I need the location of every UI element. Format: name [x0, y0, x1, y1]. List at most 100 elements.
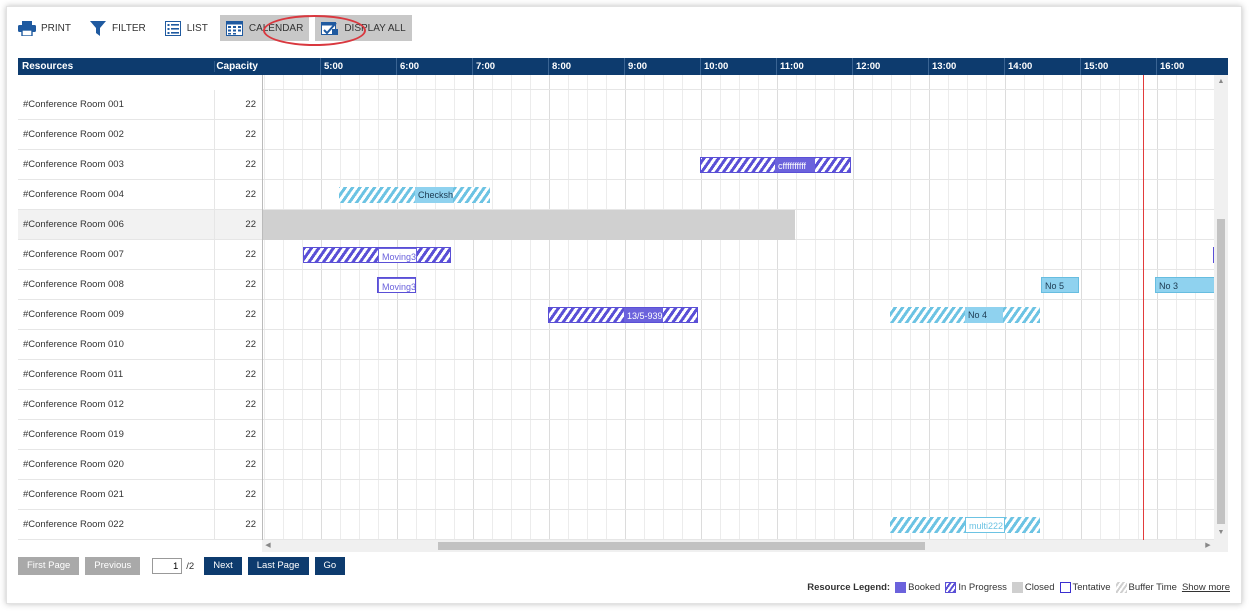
- grid-hline: [263, 389, 1214, 390]
- event-label: Checksh: [415, 187, 453, 203]
- grid-vline: [302, 75, 303, 540]
- resource-name: #Conference Room 012: [23, 399, 124, 410]
- grid-vline: [1043, 75, 1044, 540]
- legend-buffer-label: Buffer Time: [1128, 582, 1177, 593]
- resource-name: #Conference Room 004: [23, 189, 124, 200]
- page-number-input[interactable]: [152, 558, 183, 574]
- resource-row[interactable]: #Conference Room 003 22: [18, 150, 262, 180]
- legend-in-progress: In Progress: [945, 582, 1007, 593]
- page-total: /2: [186, 560, 195, 572]
- grid-vline: [264, 75, 265, 540]
- resource-name: #Conference Room 009: [23, 309, 124, 320]
- print-button[interactable]: PRINT: [12, 15, 77, 41]
- scroll-down-arrow-icon[interactable]: ▼: [1214, 526, 1228, 540]
- event-label: multi222: [965, 517, 1005, 533]
- resource-capacity: 22: [214, 360, 262, 389]
- resource-name: #Conference Room 006: [23, 219, 124, 230]
- grid-vline: [739, 75, 740, 540]
- event-room-008-no3[interactable]: No 3: [1155, 277, 1214, 293]
- grid-vline: [720, 75, 721, 540]
- resource-capacity: 22: [214, 510, 262, 539]
- scroll-left-arrow-icon[interactable]: ◀: [262, 540, 274, 552]
- tentative-swatch-icon: [1059, 582, 1071, 593]
- event-room-009-b[interactable]: No 4: [890, 307, 1040, 323]
- resource-row[interactable]: #Conference Room 002 22: [18, 120, 262, 150]
- resource-row[interactable]: #Conference Room 004 22: [18, 180, 262, 210]
- next-page-button[interactable]: Next: [204, 557, 242, 575]
- time-label: 11:00: [776, 58, 852, 75]
- vertical-scrollbar[interactable]: ▲ ▼: [1214, 75, 1228, 540]
- resource-capacity: 22: [214, 90, 262, 119]
- grid-vline: [530, 75, 531, 540]
- event-room-007[interactable]: Moving3: [303, 247, 451, 263]
- resource-capacity: 22: [214, 480, 262, 509]
- filter-button[interactable]: FILTER: [83, 15, 152, 41]
- event-label: No 4: [965, 307, 1003, 323]
- time-label-partial: [262, 58, 265, 75]
- capacity-header[interactable]: Capacity: [214, 61, 262, 72]
- resource-capacity: 22: [214, 420, 262, 449]
- resource-row[interactable]: #Conference Room 021 22: [18, 480, 262, 510]
- grid-vline: [435, 75, 436, 540]
- grid-hline: [263, 119, 1214, 120]
- resource-row[interactable]: #Conference Room 010 22: [18, 330, 262, 360]
- print-label: PRINT: [41, 22, 71, 34]
- resource-name: #Conference Room 020: [23, 459, 124, 470]
- grid-hline: [263, 419, 1214, 420]
- scroll-up-arrow-icon[interactable]: ▲: [1214, 75, 1228, 89]
- event-room-009-a[interactable]: 13/5-939: [548, 307, 698, 323]
- resource-row[interactable]: #Conference Room 008 22: [18, 270, 262, 300]
- event-room-008-no5[interactable]: No 5: [1041, 277, 1079, 293]
- resource-capacity: 22: [214, 330, 262, 359]
- go-button[interactable]: Go: [314, 557, 346, 575]
- grid-vline: [416, 75, 417, 540]
- resource-row[interactable]: #Conference Room 001 22: [18, 90, 262, 120]
- closed-block-room-006[interactable]: [263, 210, 795, 240]
- list-view-button[interactable]: LIST: [158, 15, 214, 41]
- resource-row[interactable]: #Conference Room 012 22: [18, 390, 262, 420]
- horizontal-scroll-thumb[interactable]: [438, 542, 925, 550]
- grid-vline: [1138, 75, 1139, 540]
- vertical-scroll-thumb[interactable]: [1217, 219, 1225, 524]
- grid-vline: [397, 75, 398, 540]
- grid-vline: [758, 75, 759, 540]
- grid-hline: [263, 359, 1214, 360]
- time-label: 9:00: [624, 58, 700, 75]
- previous-page-button[interactable]: Previous: [85, 557, 141, 575]
- resource-row[interactable]: #Conference Room 007 22: [18, 240, 262, 270]
- resource-name: #Conference Room 019: [23, 429, 124, 440]
- grid-vline: [1195, 75, 1196, 540]
- event-room-003[interactable]: cffffffffff: [700, 157, 851, 173]
- resource-capacity: 22: [214, 210, 262, 239]
- resource-capacity: 22: [214, 270, 262, 299]
- grid-vline: [321, 75, 322, 540]
- first-page-button[interactable]: First Page: [18, 557, 80, 575]
- resources-header[interactable]: Resources: [18, 61, 214, 72]
- resource-row[interactable]: #Conference Room 022 22: [18, 510, 262, 540]
- list-label: LIST: [186, 22, 208, 34]
- event-room-004[interactable]: Checksh: [339, 187, 490, 203]
- last-page-button[interactable]: Last Page: [247, 557, 309, 575]
- event-label: cffffffffff: [775, 158, 815, 172]
- time-label: 14:00: [1004, 58, 1080, 75]
- resource-row[interactable]: #Conference Room 006 22: [18, 210, 262, 240]
- resource-name: #Conference Room 003: [23, 159, 124, 170]
- resource-row[interactable]: #Conference Room 020 22: [18, 450, 262, 480]
- display-all-button[interactable]: DISPLAY ALL: [315, 15, 412, 41]
- resource-row[interactable]: #Conference Room 019 22: [18, 420, 262, 450]
- legend-title: Resource Legend:: [807, 582, 891, 593]
- resource-row[interactable]: #Conference Room 009 22: [18, 300, 262, 330]
- legend-buffer: Buffer Time: [1115, 582, 1177, 593]
- timeline-body: cffffffffff Checksh Moving3 Moving3 No 5…: [262, 75, 1214, 540]
- calendar-view-button[interactable]: CALENDAR: [219, 15, 310, 41]
- show-more-link[interactable]: Show more: [1182, 582, 1230, 593]
- scroll-right-arrow-icon[interactable]: ▶: [1202, 540, 1214, 552]
- event-room-008-moving[interactable]: Moving3: [377, 277, 416, 293]
- horizontal-scrollbar[interactable]: ◀ ▶: [262, 540, 1228, 552]
- time-label: 13:00: [928, 58, 1004, 75]
- time-label: 12:00: [852, 58, 928, 75]
- grid-vline: [872, 75, 873, 540]
- event-room-022[interactable]: multi222: [890, 517, 1040, 533]
- resource-row[interactable]: #Conference Room 011 22: [18, 360, 262, 390]
- resource-list: #Conference Room 001 22 #Conference Room 0…: [18, 75, 262, 540]
